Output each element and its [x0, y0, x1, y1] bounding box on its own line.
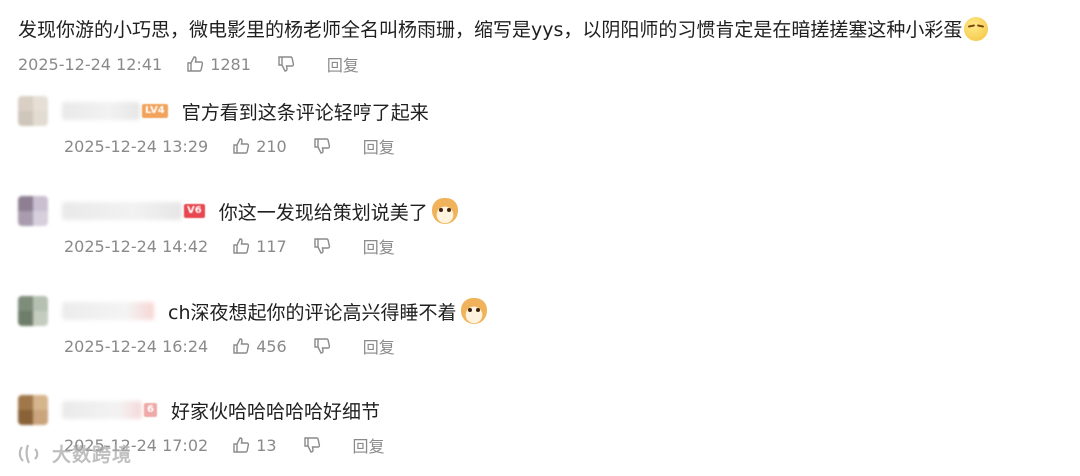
doge-emoji-icon — [460, 298, 487, 324]
comment-meta: 2025-12-24 12:41 1281 回复 — [18, 52, 1068, 76]
watermark-logo-icon — [18, 444, 39, 463]
thumbs-up-icon — [187, 56, 204, 72]
thumbs-down-icon — [303, 437, 320, 453]
watermark-text: 大数跨境 — [52, 444, 133, 466]
reply-meta: 2025-12-24 17:02 13 回复 — [64, 433, 1058, 457]
comment-text: 发现你游的小巧思，微电影里的杨老师全名叫杨雨珊，缩写是yys，以阴阳师的习惯肯定… — [18, 16, 1068, 44]
like-count: 456 — [256, 336, 287, 356]
dislike-button[interactable] — [313, 237, 337, 255]
thumbs-down-icon — [314, 138, 330, 154]
username-blurred[interactable] — [62, 202, 182, 220]
reply-text: ch深夜想起你的评论高兴得睡不着 — [168, 298, 487, 325]
thumbs-up-icon — [233, 437, 250, 453]
avatar[interactable] — [18, 395, 48, 425]
doge-emoji-icon — [431, 198, 458, 224]
reply-meta: 2025-12-24 13:29 210 回复 — [64, 134, 1058, 158]
like-button[interactable]: 117 — [232, 237, 287, 256]
reply-item: LV4 官方看到这条评论轻哼了起来 2025-12-24 13:29 210 回… — [18, 94, 1058, 158]
reply-item: ch深夜想起你的评论高兴得睡不着 2025-12-24 16:24 456 回复 — [18, 294, 1058, 358]
like-button[interactable]: 456 — [232, 337, 287, 356]
dislike-button[interactable] — [277, 55, 301, 73]
reply-timestamp: 2025-12-24 13:29 — [64, 136, 209, 156]
like-button[interactable]: 210 — [232, 137, 287, 156]
dislike-button[interactable] — [313, 337, 337, 355]
username-blurred[interactable] — [62, 102, 140, 120]
watermark: 大数跨境 — [16, 440, 132, 467]
like-button[interactable]: 1281 — [186, 55, 251, 74]
avatar[interactable] — [18, 296, 48, 326]
level-badge: 6 — [144, 403, 157, 417]
dislike-button[interactable] — [313, 137, 337, 155]
dislike-button[interactable] — [303, 436, 327, 454]
like-count: 13 — [256, 435, 277, 455]
reply-timestamp: 2025-12-24 14:42 — [64, 236, 209, 256]
username-blurred[interactable] — [62, 401, 142, 419]
reply-button[interactable]: 回复 — [363, 234, 395, 258]
reply-button[interactable]: 回复 — [363, 134, 395, 158]
reply-text: 好家伙哈哈哈哈哈好细节 — [170, 400, 380, 423]
reply-button[interactable]: 回复 — [353, 433, 385, 457]
avatar[interactable] — [18, 196, 48, 226]
reply-item: V6 你这一发现给策划说美了 2025-12-24 14:42 117 回复 — [18, 194, 1058, 258]
reply-button[interactable]: 回复 — [363, 334, 395, 358]
username-blurred[interactable] — [62, 302, 154, 320]
reply-meta: 2025-12-24 16:24 456 回复 — [64, 334, 1058, 358]
level-badge: LV4 — [142, 104, 168, 118]
reply-timestamp: 2025-12-24 16:24 — [64, 336, 209, 356]
reply-item: 6 好家伙哈哈哈哈哈好细节 2025-12-24 17:02 13 回复 — [18, 393, 1058, 457]
vip-badge: V6 — [184, 204, 205, 218]
thumbs-down-icon — [314, 338, 330, 354]
reply-button[interactable]: 回复 — [327, 52, 359, 76]
thumbs-up-icon — [233, 338, 250, 354]
thumbs-up-icon — [233, 138, 250, 154]
reply-text: 官方看到这条评论轻哼了起来 — [181, 101, 429, 124]
main-comment: 发现你游的小巧思，微电影里的杨老师全名叫杨雨珊，缩写是yys，以阴阳师的习惯肯定… — [18, 16, 1068, 76]
like-count: 1281 — [210, 54, 251, 74]
thumbs-up-icon — [233, 238, 250, 254]
thumbs-down-icon — [278, 56, 295, 72]
like-button[interactable]: 13 — [232, 435, 277, 455]
comment-timestamp: 2025-12-24 12:41 — [18, 54, 163, 74]
reply-text: 你这一发现给策划说美了 — [219, 198, 458, 225]
reply-meta: 2025-12-24 14:42 117 回复 — [64, 234, 1058, 258]
like-count: 210 — [256, 136, 287, 156]
smirk-face-emoji-icon — [964, 17, 989, 41]
like-count: 117 — [256, 236, 287, 256]
avatar[interactable] — [18, 96, 48, 126]
thumbs-down-icon — [314, 238, 330, 254]
